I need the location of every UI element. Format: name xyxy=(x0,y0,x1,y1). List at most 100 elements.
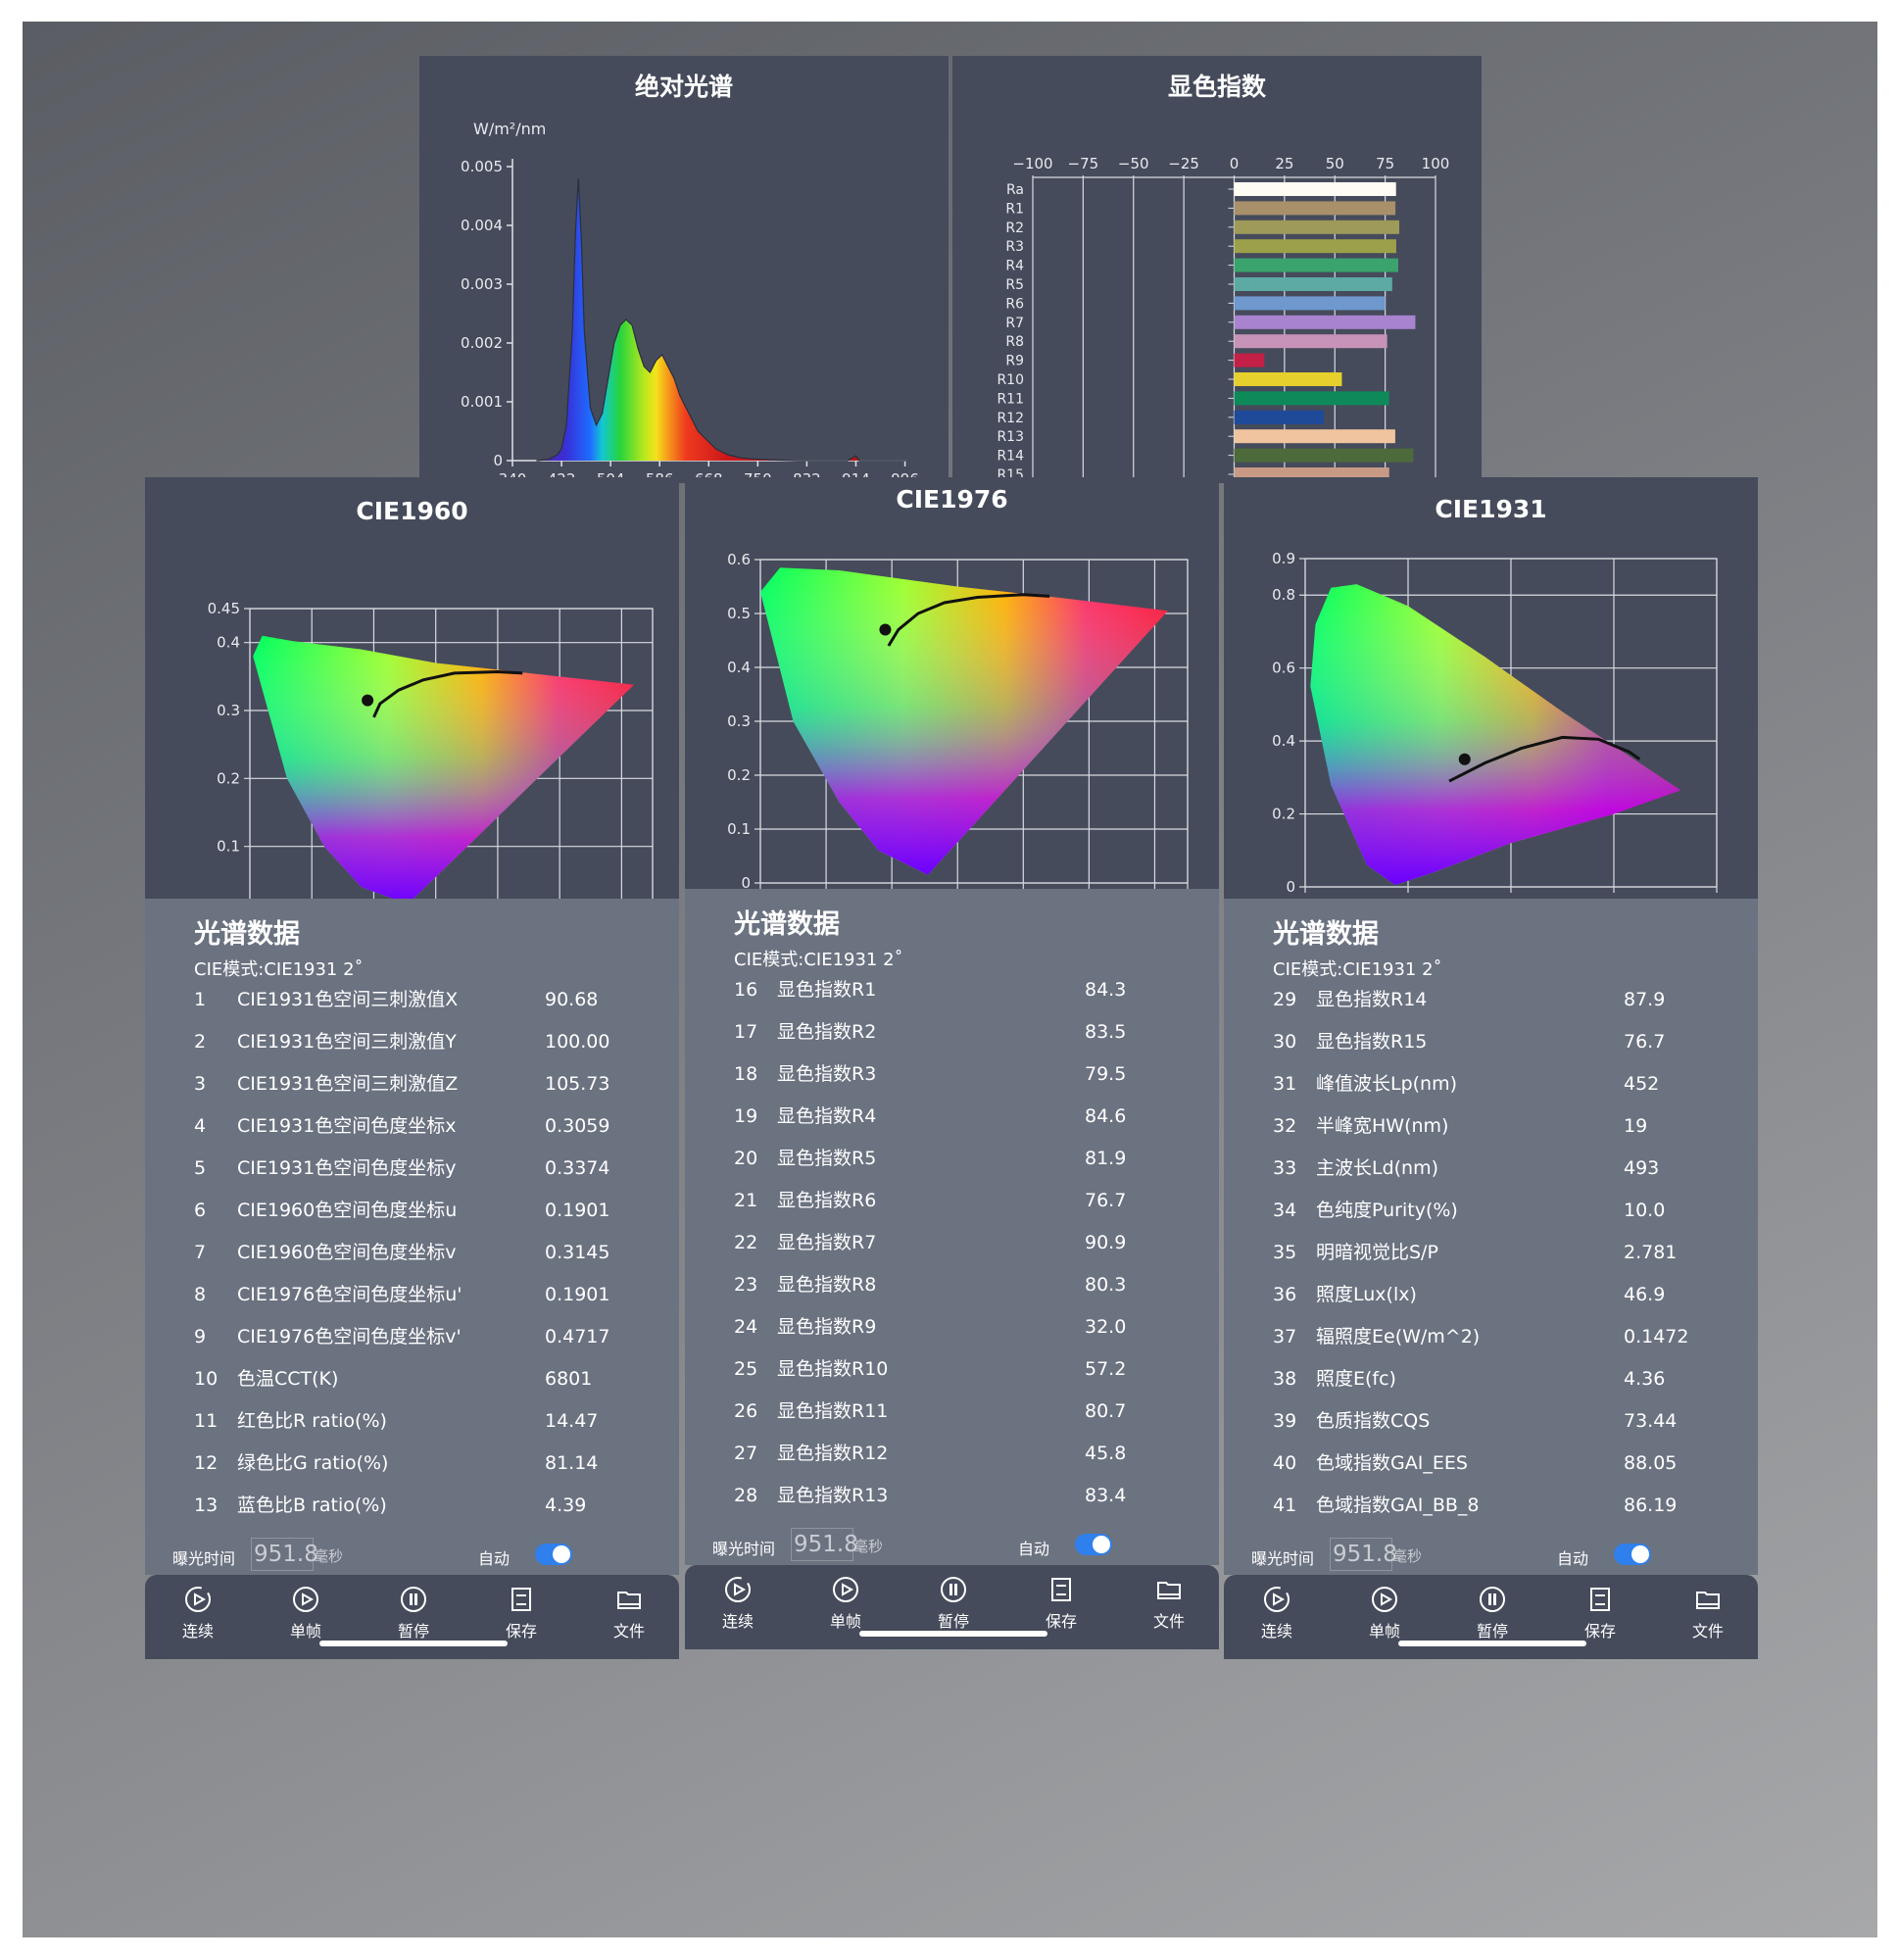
cri-label: R6 xyxy=(1005,296,1024,312)
tab-pause[interactable]: 暂停 xyxy=(914,1575,993,1632)
y-tick-label: 0.8 xyxy=(1272,586,1295,604)
chromaticity-point xyxy=(1458,753,1471,765)
cri-bar-r1 xyxy=(1234,201,1396,216)
single-frame-play-icon xyxy=(833,1577,858,1602)
data-row[interactable]: 42 色域指数GAI_BB_15 93.37 xyxy=(1224,1527,1758,1531)
data-row[interactable]: 28 显色指数R13 83.4 xyxy=(685,1475,1219,1517)
data-row[interactable]: 6 CIE1960色空间色度坐标u 0.1901 xyxy=(145,1190,679,1232)
data-rows-1[interactable]: 1 CIE1931色空间三刺激值X 90.68 2 CIE1931色空间三刺激值Y 100… xyxy=(145,979,679,1531)
data-row[interactable]: 12 绿色比G ratio(%) 81.14 xyxy=(145,1443,679,1485)
data-row[interactable]: 38 照度E(fc) 4.36 xyxy=(1224,1358,1758,1400)
cri-label: R9 xyxy=(1005,354,1024,369)
row-index: 20 xyxy=(734,1148,758,1169)
data-row[interactable]: 5 CIE1931色空间色度坐标y 0.3374 xyxy=(145,1148,679,1190)
x-tick-label: −100 xyxy=(1012,155,1052,172)
row-index: 18 xyxy=(734,1063,758,1085)
exposure-bar: 曝光时间 951.8 毫秒 自动 xyxy=(145,1536,679,1575)
data-row[interactable]: 21 显色指数R6 76.7 xyxy=(685,1180,1219,1222)
tab-pause[interactable]: 暂停 xyxy=(1453,1585,1532,1642)
exposure-input[interactable]: 951.8 xyxy=(251,1538,318,1571)
tab-save[interactable]: 保存 xyxy=(482,1585,560,1642)
data-row[interactable]: 14 色度偏移Duv 0.0108 xyxy=(145,1527,679,1531)
data-row[interactable]: 18 显色指数R3 79.5 xyxy=(685,1054,1219,1096)
data-row[interactable]: 29 显色指数R14 87.9 xyxy=(1224,979,1758,1021)
exposure-input[interactable]: 951.8 xyxy=(1330,1538,1397,1571)
tab-continuous[interactable]: 连续 xyxy=(1238,1585,1316,1642)
data-row[interactable]: 29 显色指数R14 88.0 xyxy=(685,1517,1219,1521)
tab-file[interactable]: 文件 xyxy=(1669,1585,1747,1642)
data-row[interactable]: 8 CIE1976色空间色度坐标u' 0.1901 xyxy=(145,1274,679,1316)
row-value: 0.3059 xyxy=(545,1115,610,1137)
data-row[interactable]: 2 CIE1931色空间三刺激值Y 100.00 xyxy=(145,1021,679,1063)
tab-save[interactable]: 保存 xyxy=(1022,1575,1100,1632)
data-row[interactable]: 20 显色指数R5 81.9 xyxy=(685,1138,1219,1180)
data-rows-2[interactable]: 16 显色指数R1 84.3 17 显色指数R2 83.5 18 显色指数R3 79.5 19 显色… xyxy=(685,969,1219,1521)
tab-label: 暂停 xyxy=(1476,1622,1508,1641)
exposure-label: 曝光时间 xyxy=(172,1549,236,1568)
data-row[interactable]: 41 色域指数GAI_BB_8 86.19 xyxy=(1224,1485,1758,1527)
tab-pause[interactable]: 暂停 xyxy=(374,1585,453,1642)
tab-single-frame[interactable]: 单帧 xyxy=(1345,1585,1424,1642)
y-tick-label: 0.001 xyxy=(461,393,503,411)
row-label: 显色指数R1 xyxy=(777,979,877,1001)
tab-file[interactable]: 文件 xyxy=(1130,1575,1208,1632)
data-row[interactable]: 36 照度Lux(lx) 46.9 xyxy=(1224,1274,1758,1316)
data-row[interactable]: 34 色纯度Purity(%) 10.0 xyxy=(1224,1190,1758,1232)
row-value: 84.6 xyxy=(1085,1105,1127,1127)
data-rows-3[interactable]: 29 显色指数R14 87.9 30 显色指数R15 76.7 31 峰值波长Lp(nm) 45… xyxy=(1224,979,1758,1531)
data-row[interactable]: 37 辐照度Ee(W/m^2) 0.1472 xyxy=(1224,1316,1758,1358)
row-value: 10.0 xyxy=(1624,1200,1666,1221)
tab-continuous[interactable]: 连续 xyxy=(159,1585,237,1642)
data-row[interactable]: 27 显色指数R12 45.8 xyxy=(685,1433,1219,1475)
data-row[interactable]: 32 半峰宽HW(nm) 19 xyxy=(1224,1105,1758,1148)
row-value: 4.36 xyxy=(1624,1368,1666,1390)
data-row[interactable]: 3 CIE1931色空间三刺激值Z 105.73 xyxy=(145,1063,679,1105)
tab-single-frame[interactable]: 单帧 xyxy=(806,1575,885,1632)
data-row[interactable]: 17 显色指数R2 83.5 xyxy=(685,1011,1219,1054)
row-index: 38 xyxy=(1273,1368,1297,1390)
tab-save[interactable]: 保存 xyxy=(1561,1585,1639,1642)
row-label: 显色指数R9 xyxy=(777,1316,877,1338)
data-title: 光谱数据 xyxy=(1273,919,1379,950)
cie1931-chart: 00.20.40.60.800.20.40.60.80.9 xyxy=(1272,550,1718,896)
data-row[interactable]: 11 红色比R ratio(%) 14.47 xyxy=(145,1400,679,1443)
exposure-bar: 曝光时间 951.8 毫秒 自动 xyxy=(685,1526,1219,1565)
data-row[interactable]: 30 显色指数R15 76.7 xyxy=(1224,1021,1758,1063)
data-row[interactable]: 31 峰值波长Lp(nm) 452 xyxy=(1224,1063,1758,1105)
tab-single-frame[interactable]: 单帧 xyxy=(267,1585,345,1642)
data-row[interactable]: 10 色温CCT(K) 6801 xyxy=(145,1358,679,1400)
data-row[interactable]: 16 显色指数R1 84.3 xyxy=(685,969,1219,1011)
row-value: 87.9 xyxy=(1624,989,1666,1010)
data-row[interactable]: 33 主波长Ld(nm) 493 xyxy=(1224,1148,1758,1190)
auto-toggle[interactable] xyxy=(1075,1534,1112,1555)
tab-label: 保存 xyxy=(1045,1612,1077,1631)
data-area-3: 光谱数据 CIE模式:CIE1931 2˚ 29 显色指数R14 87.9 30 显色指… xyxy=(1224,899,1758,1575)
auto-toggle[interactable] xyxy=(1614,1544,1651,1565)
data-row[interactable]: 4 CIE1931色空间色度坐标x 0.3059 xyxy=(145,1105,679,1148)
data-row[interactable]: 35 明暗视觉比S/P 2.781 xyxy=(1224,1232,1758,1274)
data-row[interactable]: 24 显色指数R9 32.0 xyxy=(685,1306,1219,1348)
data-row[interactable]: 7 CIE1960色空间色度坐标v 0.3145 xyxy=(145,1232,679,1274)
data-row[interactable]: 25 显色指数R10 57.2 xyxy=(685,1348,1219,1391)
data-row[interactable]: 13 蓝色比B ratio(%) 4.39 xyxy=(145,1485,679,1527)
data-row[interactable]: 1 CIE1931色空间三刺激值X 90.68 xyxy=(145,979,679,1021)
data-row[interactable]: 23 显色指数R8 80.3 xyxy=(685,1264,1219,1306)
chromaticity-point xyxy=(879,623,892,636)
data-row[interactable]: 39 色质指数CQS 73.44 xyxy=(1224,1400,1758,1443)
data-row[interactable]: 26 显色指数R11 80.7 xyxy=(685,1391,1219,1433)
folder-icon xyxy=(1157,1582,1181,1599)
y-tick-label: 0.3 xyxy=(727,712,751,730)
data-row[interactable]: 22 显色指数R7 90.9 xyxy=(685,1222,1219,1264)
data-row[interactable]: 40 色域指数GAI_EES 88.05 xyxy=(1224,1443,1758,1485)
exposure-input[interactable]: 951.8 xyxy=(791,1528,858,1561)
auto-toggle[interactable] xyxy=(535,1544,572,1565)
exposure-label: 曝光时间 xyxy=(712,1540,776,1558)
data-row[interactable]: 19 显色指数R4 84.6 xyxy=(685,1096,1219,1138)
row-label: CIE1976色空间色度坐标v' xyxy=(237,1326,462,1348)
y-tick-label: 0.9 xyxy=(1272,550,1295,567)
data-row[interactable]: 9 CIE1976色空间色度坐标v' 0.4717 xyxy=(145,1316,679,1358)
tab-file[interactable]: 文件 xyxy=(590,1585,668,1642)
tab-continuous[interactable]: 连续 xyxy=(699,1575,777,1632)
exposure-unit: 毫秒 xyxy=(314,1547,344,1565)
tab-label: 保存 xyxy=(1583,1622,1616,1641)
